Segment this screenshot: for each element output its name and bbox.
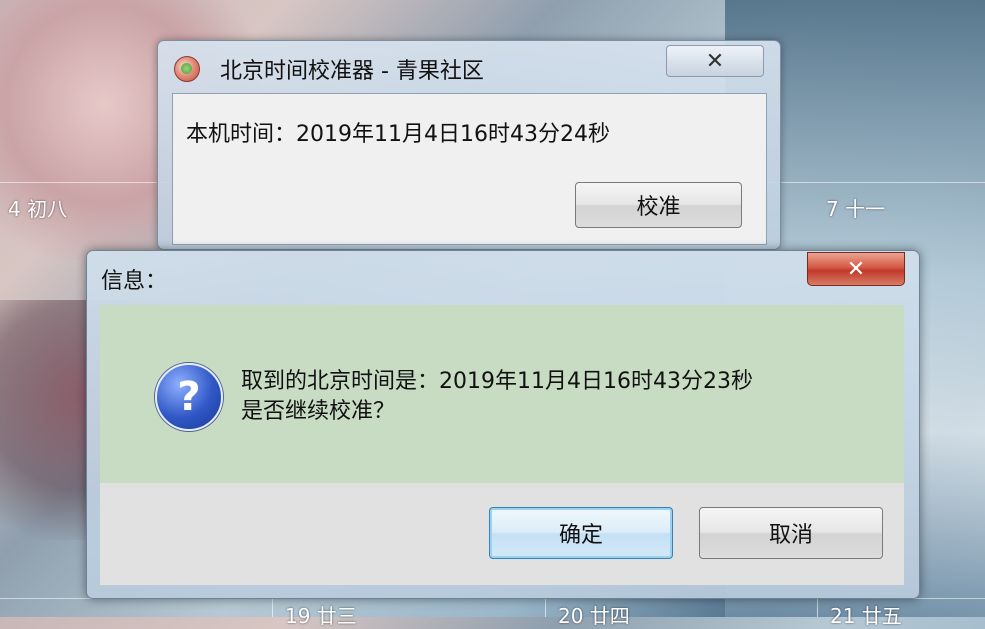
info-dialog: 信息： ✕ ? 取到的北京时间是：2019年11月4日16时43分23秒 是否继… [86, 250, 920, 599]
ok-button[interactable]: 确定 [489, 507, 673, 559]
app-icon [174, 56, 200, 82]
calendar-divider [817, 598, 818, 617]
dialog-button-bar: 确定 取消 [100, 483, 904, 585]
dialog-title: 信息： [101, 269, 168, 294]
close-icon: ✕ [705, 48, 725, 74]
dialog-close-button[interactable]: ✕ [807, 252, 905, 286]
close-button[interactable]: ✕ [666, 45, 764, 77]
cancel-button[interactable]: 取消 [699, 507, 883, 559]
question-mark-glyph: ? [177, 374, 201, 420]
window-title: 北京时间校准器 - 青果社区 [220, 59, 484, 84]
calendar-divider [272, 598, 273, 617]
local-time-label: 本机时间：2019年11月4日16时43分24秒 [186, 122, 610, 147]
message-line: 是否继续校准？ [241, 399, 396, 424]
calendar-cell-label: 4 初八 [8, 197, 68, 221]
calendar-cell-label: 21 廿五 [830, 604, 902, 628]
question-icon: ? [155, 363, 223, 431]
close-icon: ✕ [846, 256, 866, 282]
calendar-cell-label: 20 廿四 [558, 604, 630, 628]
calendar-cell-label: 7 十一 [826, 197, 886, 221]
window-client-area: 本机时间：2019年11月4日16时43分24秒 校准 [172, 93, 767, 245]
time-calibrator-window: 北京时间校准器 - 青果社区 ✕ 本机时间：2019年11月4日16时43分24… [157, 40, 781, 250]
calendar-divider [545, 598, 546, 617]
dialog-message: 取到的北京时间是：2019年11月4日16时43分23秒 是否继续校准？ [241, 367, 753, 427]
message-line: 取到的北京时间是：2019年11月4日16时43分23秒 [241, 369, 753, 394]
calendar-cell-label: 19 廿三 [285, 604, 357, 628]
dialog-message-area: ? 取到的北京时间是：2019年11月4日16时43分23秒 是否继续校准？ [100, 305, 904, 483]
calibrate-button[interactable]: 校准 [575, 182, 742, 228]
